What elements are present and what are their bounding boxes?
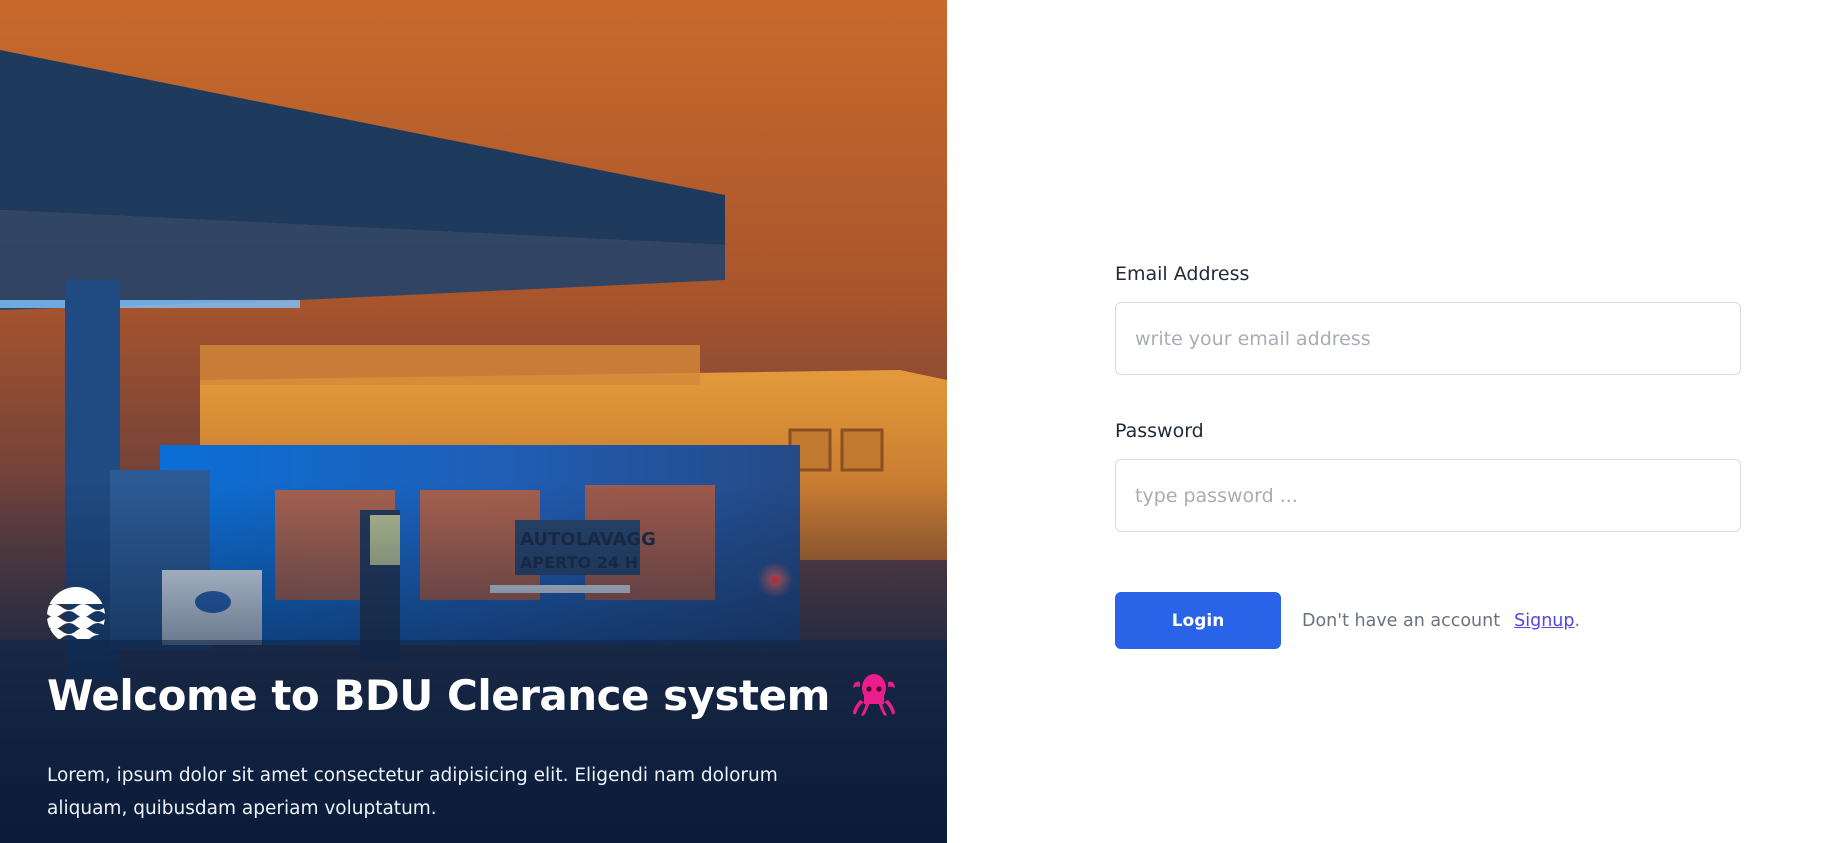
- login-form-panel: Email Address Password Login Don't have …: [947, 0, 1841, 843]
- password-input[interactable]: [1115, 459, 1741, 532]
- login-button[interactable]: Login: [1115, 592, 1281, 649]
- login-form: Email Address Password Login Don't have …: [1115, 258, 1741, 649]
- waves-icon: [47, 587, 105, 639]
- email-field-group: Email Address: [1115, 258, 1741, 375]
- hero-title: Welcome to BDU Clerance system: [47, 671, 830, 720]
- login-page: AUTOLAVAGG APERTO 24 H: [0, 0, 1841, 843]
- signup-link[interactable]: Signup: [1514, 611, 1574, 631]
- hero-description: Lorem, ipsum dolor sit amet consectetur …: [47, 764, 778, 819]
- no-account-text: Don't have an account: [1302, 610, 1501, 631]
- password-label: Password: [1115, 420, 1204, 442]
- hero-title-row: Welcome to BDU Clerance system: [47, 668, 896, 724]
- signup-prompt: Don't have an account Signup.: [1302, 611, 1580, 631]
- email-label: Email Address: [1115, 263, 1250, 285]
- email-input[interactable]: [1115, 302, 1741, 375]
- password-field-group: Password: [1115, 415, 1741, 532]
- hero-panel: AUTOLAVAGG APERTO 24 H: [0, 0, 947, 843]
- signup-suffix: .: [1574, 610, 1581, 631]
- form-actions: Login Don't have an account Signup.: [1115, 592, 1741, 649]
- octopus-icon: [852, 674, 895, 716]
